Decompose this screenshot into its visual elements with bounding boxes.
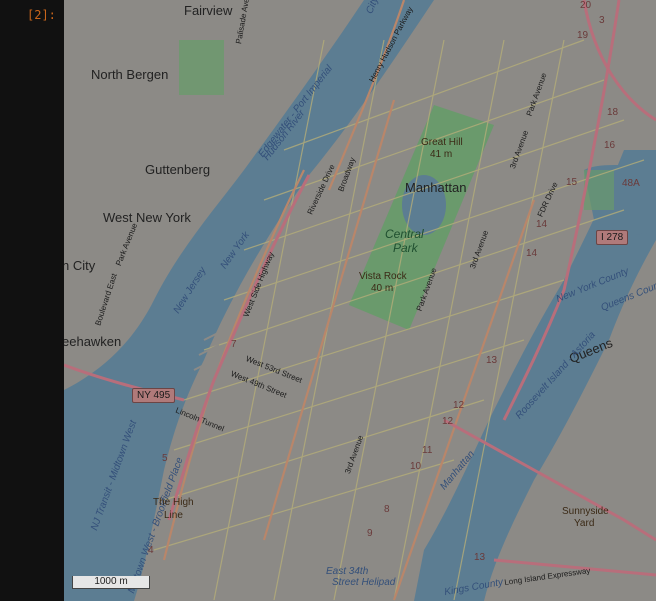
notebook-gutter: [2]:	[0, 0, 64, 601]
label-central-park-1: Central	[385, 227, 424, 241]
map-view[interactable]: Fairview North Bergen Guttenberg West Ne…	[64, 0, 656, 601]
exit-label: 8	[384, 504, 390, 515]
label-west-new-york: West New York	[103, 210, 191, 225]
exit-label: 18	[607, 107, 619, 118]
nj-park	[179, 40, 224, 95]
cell-prompt: [2]:	[27, 8, 56, 22]
exit-label: 11	[422, 445, 433, 456]
label-union-city: n City	[64, 258, 96, 273]
exit-label: 13	[474, 552, 486, 563]
label-helipad-1: East 34th	[326, 566, 369, 577]
scale-bar: 1000 m	[72, 576, 150, 589]
exit-label: 14	[536, 219, 548, 230]
exit-label: 14	[526, 248, 538, 259]
label-high-line-1: The High	[153, 497, 194, 508]
label-great-hill: Great Hill	[421, 137, 463, 148]
exit-label: 12	[442, 416, 454, 427]
exit-label: 10	[410, 461, 422, 472]
label-fairview: Fairview	[184, 3, 233, 18]
label-guttenberg: Guttenberg	[145, 162, 211, 177]
shield-i278: I 278	[596, 230, 629, 245]
label-central-park-2: Park	[393, 241, 418, 255]
label-great-hill-elev: 41 m	[430, 149, 453, 160]
label-weehawken: eehawken	[64, 334, 122, 349]
exit-label: 4	[148, 545, 154, 556]
exit-label: 12	[453, 400, 465, 411]
exit-label: 7	[231, 339, 237, 350]
label-north-bergen: North Bergen	[91, 67, 169, 82]
exit-label: 20	[580, 0, 592, 11]
exit-label: 48A	[622, 178, 640, 189]
exit-label: 19	[577, 30, 589, 41]
exit-label: 5	[162, 453, 168, 464]
exit-label: 13	[486, 355, 498, 366]
exit-label: 9	[367, 528, 373, 539]
label-vista-rock-elev: 40 m	[371, 283, 394, 294]
label-sunnyside-1: Sunnyside	[562, 506, 609, 517]
exit-label: 15	[566, 177, 578, 188]
exit-label: 3	[599, 15, 605, 26]
exit-label: 16	[604, 140, 616, 151]
shield-ny495: NY 495	[132, 388, 176, 403]
label-high-line-2: Line	[164, 510, 183, 521]
label-helipad-2: Street Helipad	[332, 577, 396, 588]
label-vista-rock: Vista Rock	[359, 271, 407, 282]
label-sunnyside-2: Yard	[574, 518, 595, 529]
label-manhattan: Manhattan	[405, 180, 467, 195]
